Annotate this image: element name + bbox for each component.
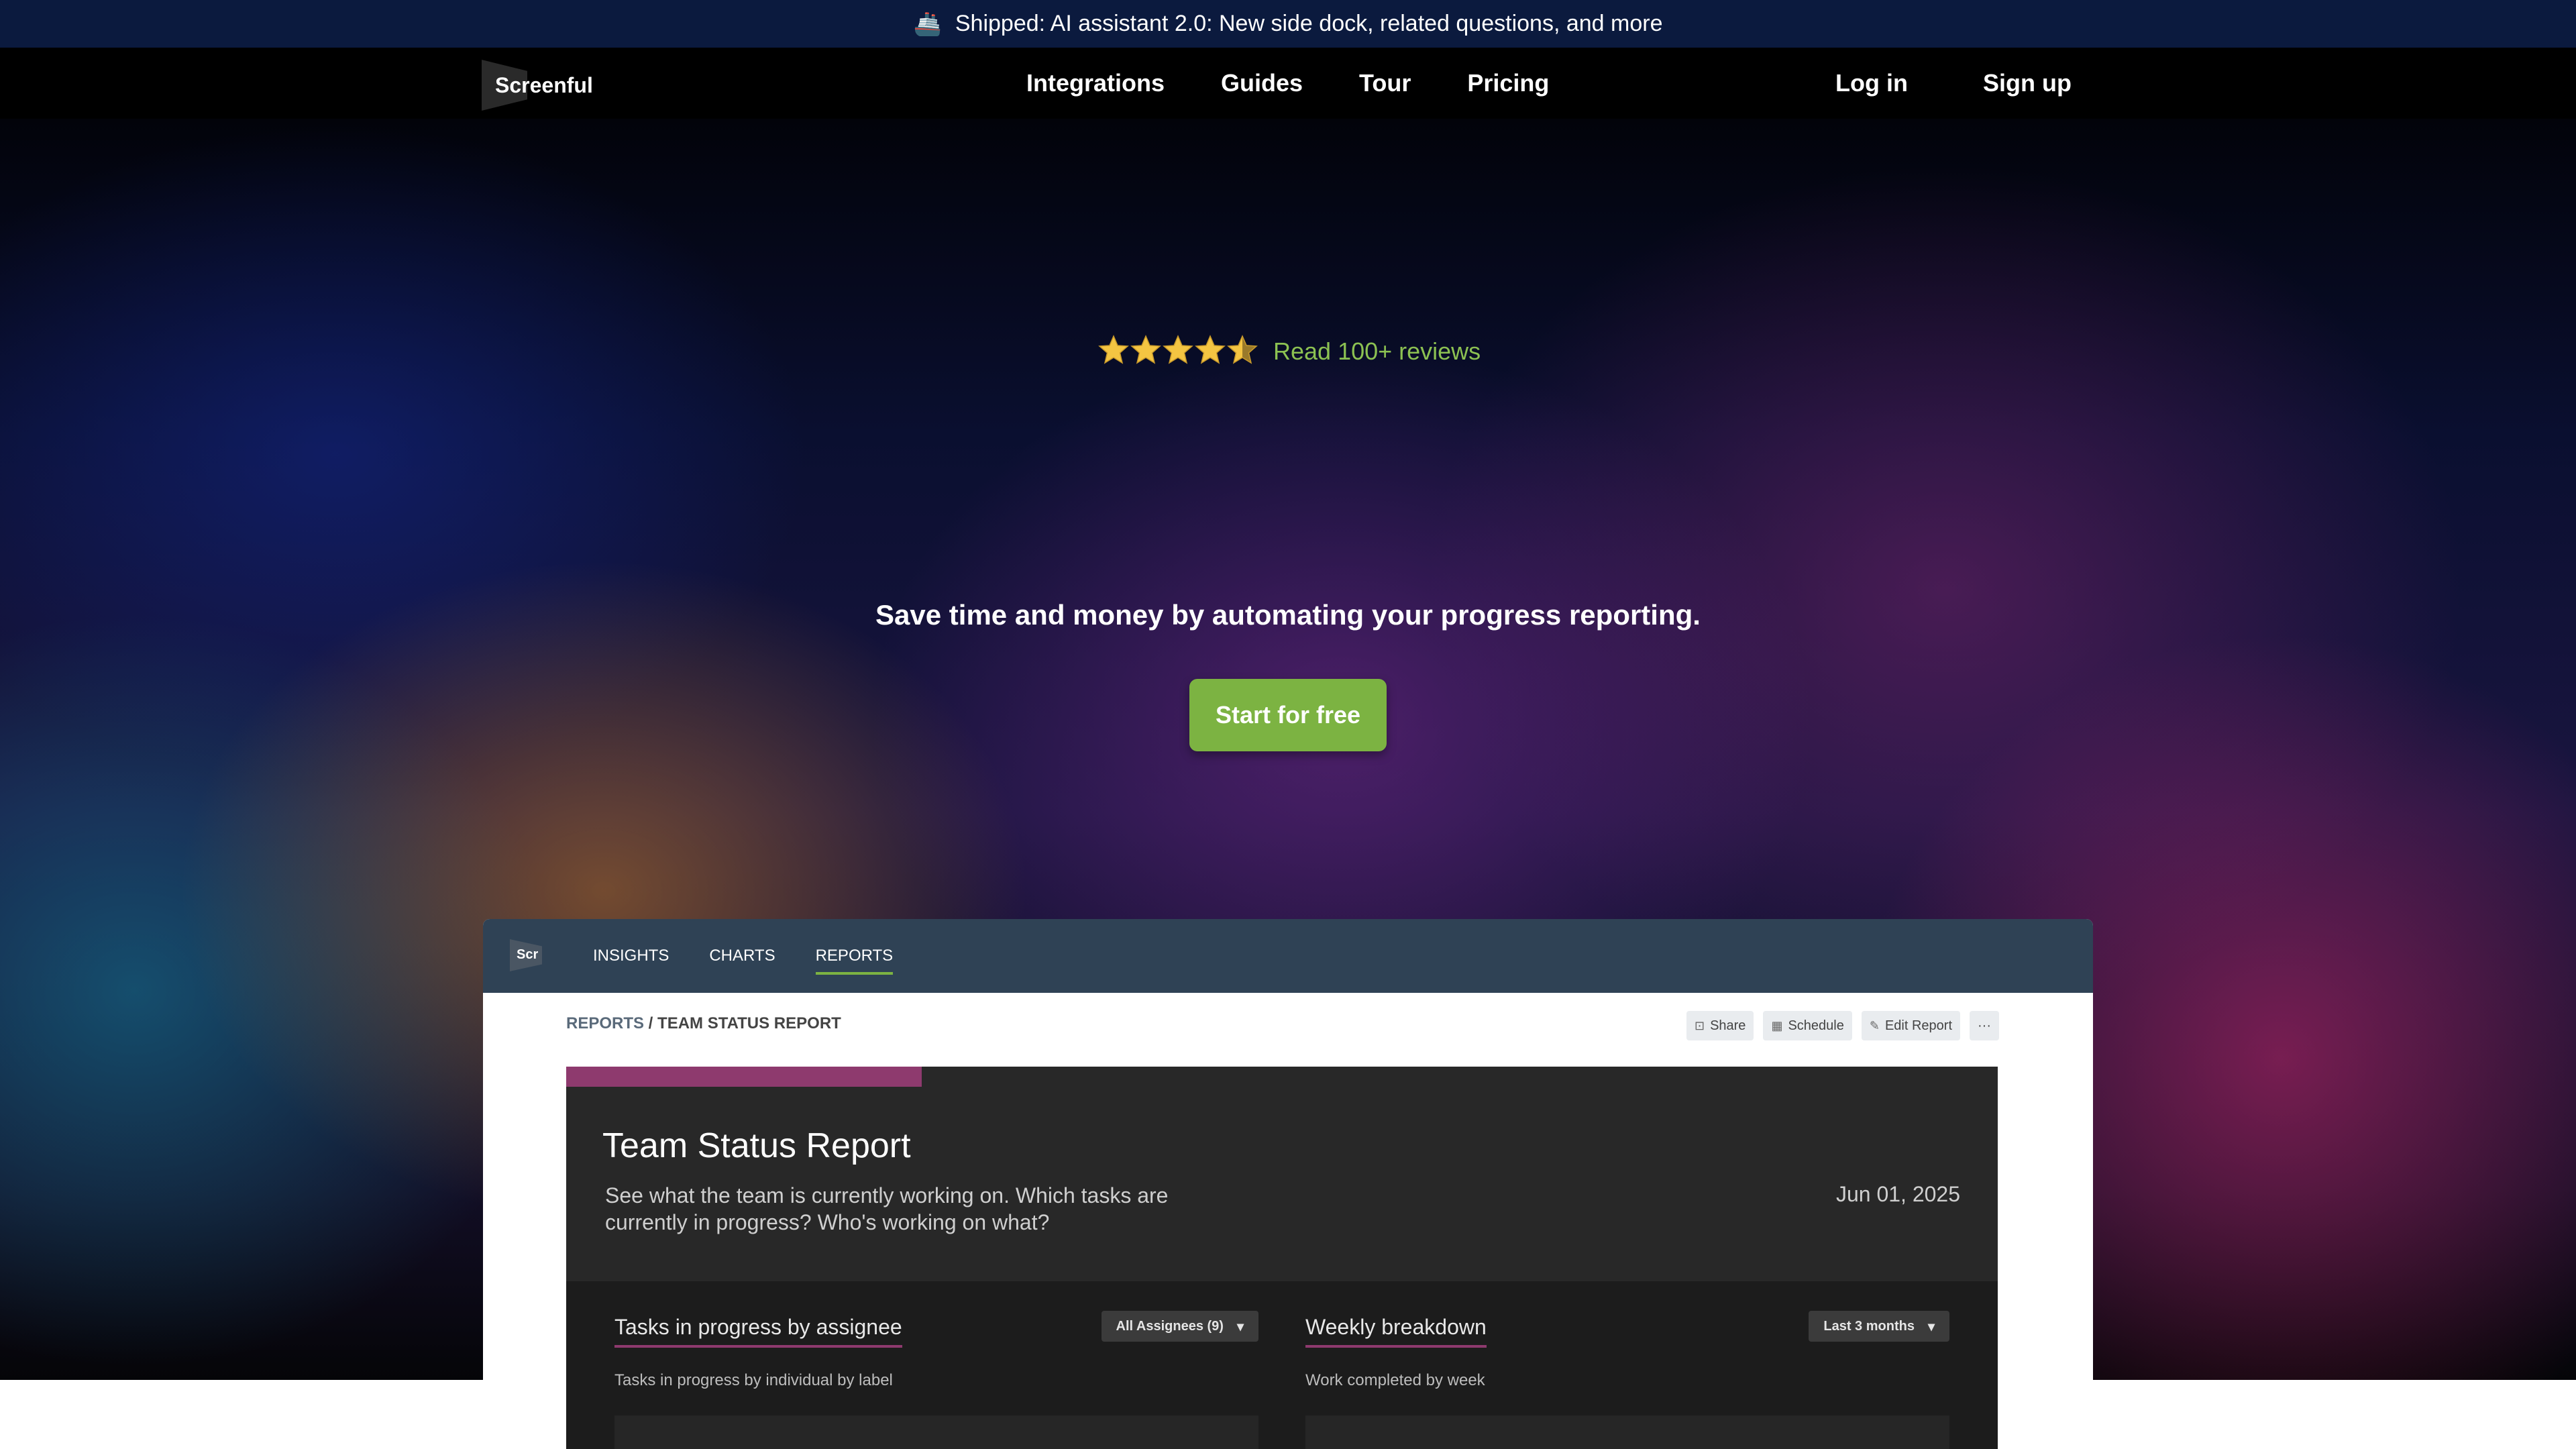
share-icon: ⊡	[1694, 1018, 1705, 1032]
panel-subtitle: Tasks in progress by individual by label	[614, 1371, 893, 1389]
share-button[interactable]: ⊡ Share	[1686, 1011, 1754, 1040]
star-icon	[1130, 334, 1161, 364]
report-accent-bar	[566, 1067, 922, 1087]
panel-chart-area	[1305, 1415, 1949, 1449]
schedule-button[interactable]: ▦ Schedule	[1763, 1011, 1852, 1040]
app-header: Scr INSIGHTS CHARTS REPORTS	[483, 919, 2093, 993]
panel-title: Tasks in progress by assignee	[614, 1315, 902, 1348]
panel-title: Weekly breakdown	[1305, 1315, 1487, 1348]
top-navigation: Screenful Integrations Guides Tour Prici…	[0, 48, 2576, 119]
breadcrumb: REPORTS / TEAM STATUS REPORT	[566, 1014, 841, 1033]
star-icon	[1098, 334, 1129, 364]
schedule-label: Schedule	[1788, 1018, 1844, 1033]
panel-tasks-by-assignee: Tasks in progress by assignee Tasks in p…	[614, 1311, 1258, 1449]
announcement-banner[interactable]: 🚢 Shipped: AI assistant 2.0: New side do…	[0, 0, 2576, 48]
banner-text[interactable]: Shipped: AI assistant 2.0: New side dock…	[955, 11, 1663, 37]
more-icon: ···	[1978, 1018, 1991, 1033]
star-icon	[1227, 334, 1258, 364]
nav-links: Integrations Guides Tour Pricing	[1026, 48, 1549, 119]
auth-links: Log in Sign up	[1835, 48, 2072, 119]
report-title: Team Status Report	[602, 1126, 911, 1165]
start-for-free-button[interactable]: Start for free	[1189, 679, 1387, 751]
signup-link[interactable]: Sign up	[1983, 69, 2072, 97]
edit-report-label: Edit Report	[1884, 1018, 1953, 1033]
calendar-icon: ▦	[1771, 1018, 1783, 1032]
panel-weekly-breakdown: Weekly breakdown Work completed by week …	[1305, 1311, 1949, 1449]
report-card: Team Status Report See what the team is …	[566, 1067, 1998, 1449]
nav-link-integrations[interactable]: Integrations	[1026, 69, 1165, 97]
nav-link-tour[interactable]: Tour	[1359, 69, 1411, 97]
rating[interactable]: Read 100+ reviews	[1097, 331, 1481, 372]
share-label: Share	[1710, 1018, 1746, 1033]
nav-link-guides[interactable]: Guides	[1221, 69, 1303, 97]
more-options-button[interactable]: ···	[1970, 1011, 1999, 1040]
breadcrumb-separator: /	[644, 1014, 658, 1032]
assignee-filter-dropdown[interactable]: All Assignees (9) ▾	[1101, 1311, 1258, 1342]
report-header: Team Status Report See what the team is …	[566, 1067, 1998, 1281]
panel-chart-area	[614, 1415, 1258, 1449]
caret-down-icon: ▾	[1927, 1319, 1935, 1334]
date-range-value: Last 3 months	[1823, 1318, 1915, 1334]
tab-insights[interactable]: INSIGHTS	[593, 943, 669, 969]
report-description: See what the team is currently working o…	[605, 1183, 1169, 1234]
breadcrumb-current: TEAM STATUS REPORT	[657, 1014, 841, 1032]
star-icon	[1163, 334, 1193, 364]
star-icon	[1195, 334, 1226, 364]
edit-report-button[interactable]: ✎ Edit Report	[1861, 1011, 1961, 1040]
report-actions: ⊡ Share ▦ Schedule ✎ Edit Report ···	[1686, 1011, 1999, 1040]
tab-charts[interactable]: CHARTS	[709, 943, 775, 969]
panel-subtitle: Work completed by week	[1305, 1371, 1485, 1389]
date-range-dropdown[interactable]: Last 3 months ▾	[1809, 1311, 1949, 1342]
report-date: Jun 01, 2025	[1835, 1182, 1960, 1206]
logo-wordmark: Screenful	[495, 72, 593, 97]
ship-icon: 🚢	[913, 11, 942, 37]
app-logo-text: Scr	[517, 947, 539, 962]
assignee-filter-value: All Assignees (9)	[1116, 1318, 1224, 1334]
tab-reports[interactable]: REPORTS	[815, 943, 893, 975]
app-preview: Scr INSIGHTS CHARTS REPORTS REPORTS / TE…	[483, 919, 2093, 1449]
breadcrumb-reports-link[interactable]: REPORTS	[566, 1014, 644, 1032]
reviews-link[interactable]: Read 100+ reviews	[1273, 337, 1481, 366]
screenful-logo[interactable]: Screenful	[482, 60, 616, 111]
hero-tagline: Save time and money by automating your p…	[875, 599, 1701, 631]
caret-down-icon: ▾	[1236, 1319, 1244, 1334]
edit-icon: ✎	[1869, 1018, 1880, 1032]
app-tabs: INSIGHTS CHARTS REPORTS	[593, 919, 893, 993]
nav-link-pricing[interactable]: Pricing	[1467, 69, 1549, 97]
star-rating	[1097, 334, 1258, 370]
login-link[interactable]: Log in	[1835, 69, 1908, 97]
